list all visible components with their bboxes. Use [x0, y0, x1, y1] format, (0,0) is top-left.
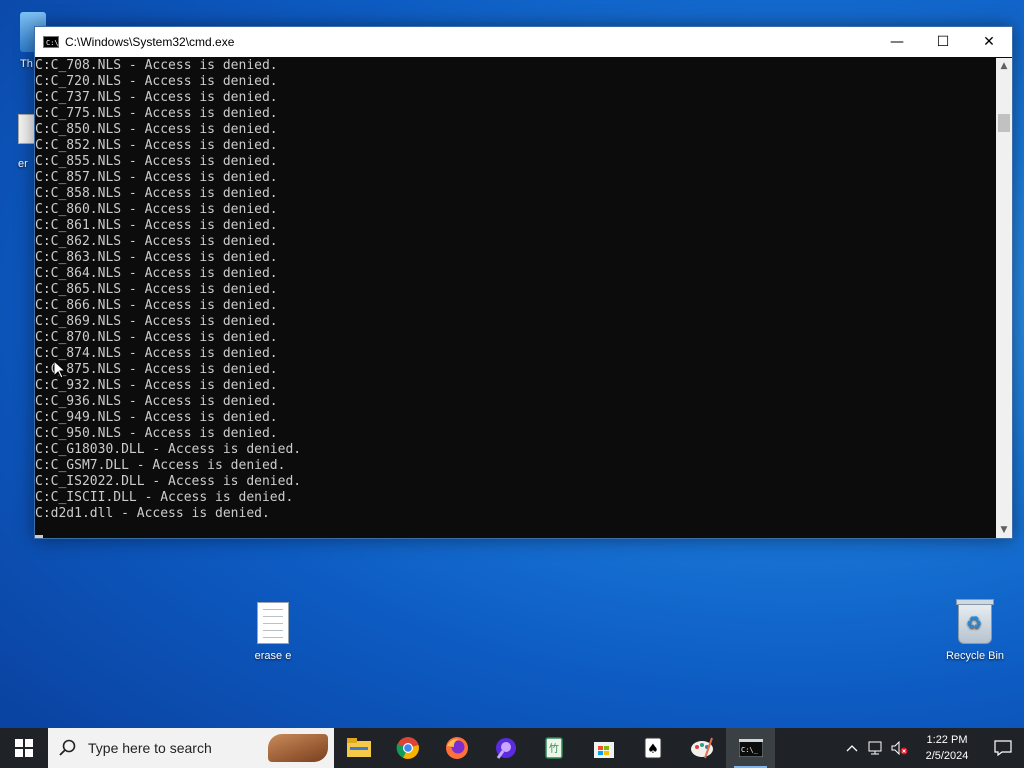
console-line: C:C_GSM7.DLL - Access is denied.: [35, 458, 286, 473]
console-line: C:C_857.NLS - Access is denied.: [35, 170, 278, 185]
cmd-icon: C:\_: [738, 739, 763, 757]
console-output[interactable]: C:C_708.NLS - Access is denied. C:C_720.N…: [35, 58, 996, 538]
console-line: C:d2d1.dll - Access is denied.: [35, 506, 270, 521]
chrome-icon: [396, 737, 419, 759]
maximize-button[interactable]: ☐: [920, 27, 966, 57]
console-line: C:C_ISCII.DLL - Access is denied.: [35, 490, 294, 505]
svg-text:♠: ♠: [647, 742, 659, 757]
console-line: C:C_IS2022.DLL - Access is denied.: [35, 474, 302, 489]
console-line: C:C_861.NLS - Access is denied.: [35, 218, 278, 233]
notifications-icon[interactable]: [982, 740, 1024, 756]
taskbar-purple-app[interactable]: [481, 728, 530, 768]
desktop-icon-label: erase e: [254, 650, 292, 662]
desktop-icon-erase-e[interactable]: erase e: [233, 602, 313, 662]
search-box[interactable]: Type here to search: [48, 728, 334, 768]
firefox-icon: [445, 737, 468, 759]
scroll-up-icon[interactable]: ▲: [996, 58, 1012, 74]
file-explorer-icon: [346, 738, 371, 757]
console-line: C:C_949.NLS - Access is denied.: [35, 410, 278, 425]
console-line: C:C_936.NLS - Access is denied.: [35, 394, 278, 409]
console-line: C:C_869.NLS - Access is denied.: [35, 314, 278, 329]
purple-app-icon: [495, 738, 516, 759]
window-title: C:\Windows\System32\cmd.exe: [65, 35, 235, 49]
chevron-up-icon[interactable]: [840, 744, 864, 752]
console-line: C:C_870.NLS - Access is denied.: [35, 330, 278, 345]
solitaire-icon: ♠: [644, 737, 661, 759]
text-file-icon: [253, 602, 293, 646]
console-line: C:C_864.NLS - Access is denied.: [35, 266, 278, 281]
taskbar-chrome[interactable]: [383, 728, 432, 768]
console-line: C:C_737.NLS - Access is denied.: [35, 90, 278, 105]
scroll-down-icon[interactable]: ▼: [996, 522, 1012, 538]
console-line: C:C_874.NLS - Access is denied.: [35, 346, 278, 361]
console-line: C:C_862.NLS - Access is denied.: [35, 234, 278, 249]
taskbar: Type here to search 竹 ♠ C:\_ 1:22 PM 2/5…: [0, 728, 1024, 768]
network-icon[interactable]: [864, 741, 888, 755]
clock-date: 2/5/2024: [925, 750, 969, 762]
console-line: C:C_875.NLS - Access is denied.: [35, 362, 278, 377]
console-line: C:C_858.NLS - Access is denied.: [35, 186, 278, 201]
taskbar-firefox[interactable]: [432, 728, 481, 768]
title-bar[interactable]: C:\ C:\Windows\System32\cmd.exe — ☐ ✕: [35, 27, 1012, 57]
clock[interactable]: 1:22 PM 2/5/2024: [912, 732, 982, 764]
taskbar-file-explorer[interactable]: [334, 728, 383, 768]
vertical-scrollbar[interactable]: ▲ ▼: [996, 58, 1012, 538]
windows-logo-icon: [15, 739, 33, 757]
taskbar-store[interactable]: [579, 728, 628, 768]
cmd-window[interactable]: C:\ C:\Windows\System32\cmd.exe — ☐ ✕ C:…: [34, 26, 1013, 539]
clock-time: 1:22 PM: [926, 734, 968, 746]
console-line: C:C_865.NLS - Access is denied.: [35, 282, 278, 297]
search-highlight-pie-icon: [268, 734, 328, 762]
taskbar-cmd[interactable]: C:\_: [726, 728, 775, 768]
text-cursor: [35, 535, 43, 538]
console-line: C:C_G18030.DLL - Access is denied.: [35, 442, 302, 457]
scroll-thumb[interactable]: [998, 114, 1010, 132]
search-icon: [48, 739, 88, 757]
paint-icon: [690, 737, 713, 759]
desktop-icon-recycle-bin[interactable]: Recycle Bin: [935, 599, 1015, 662]
volume-muted-icon[interactable]: [888, 741, 912, 755]
taskbar-solitaire[interactable]: ♠: [628, 728, 677, 768]
console-line: C:C_850.NLS - Access is denied.: [35, 122, 278, 137]
console-line: C:C_860.NLS - Access is denied.: [35, 202, 278, 217]
desktop-icon-label: Recycle Bin: [945, 650, 1005, 662]
console-line: C:C_855.NLS - Access is denied.: [35, 154, 278, 169]
taskbar-mahjong[interactable]: 竹: [530, 728, 579, 768]
console-line: C:C_866.NLS - Access is denied.: [35, 298, 278, 313]
console-line: C:C_708.NLS - Access is denied.: [35, 58, 278, 73]
console-line: C:C_852.NLS - Access is denied.: [35, 138, 278, 153]
recycle-bin-icon: [955, 599, 995, 646]
system-tray: 1:22 PM 2/5/2024: [840, 728, 1024, 768]
console-line: C:C_950.NLS - Access is denied.: [35, 426, 278, 441]
console-line: C:C_932.NLS - Access is denied.: [35, 378, 278, 393]
cmd-app-icon: C:\: [43, 36, 59, 48]
minimize-button[interactable]: —: [874, 27, 920, 57]
console-line: C:C_775.NLS - Access is denied.: [35, 106, 278, 121]
taskbar-paint[interactable]: [677, 728, 726, 768]
console-line: C:C_720.NLS - Access is denied.: [35, 74, 278, 89]
store-icon: [593, 742, 614, 758]
close-button[interactable]: ✕: [966, 27, 1012, 57]
console-text: C:C_708.NLS - Access is denied. C:C_720.N…: [35, 58, 996, 522]
mahjong-icon: 竹: [544, 737, 563, 759]
mouse-pointer-icon: [53, 359, 67, 379]
svg-text:C:\_: C:\_: [741, 746, 759, 754]
svg-text:竹: 竹: [549, 742, 559, 755]
start-button[interactable]: [0, 728, 48, 768]
search-placeholder: Type here to search: [88, 740, 212, 756]
console-line: C:C_863.NLS - Access is denied.: [35, 250, 278, 265]
